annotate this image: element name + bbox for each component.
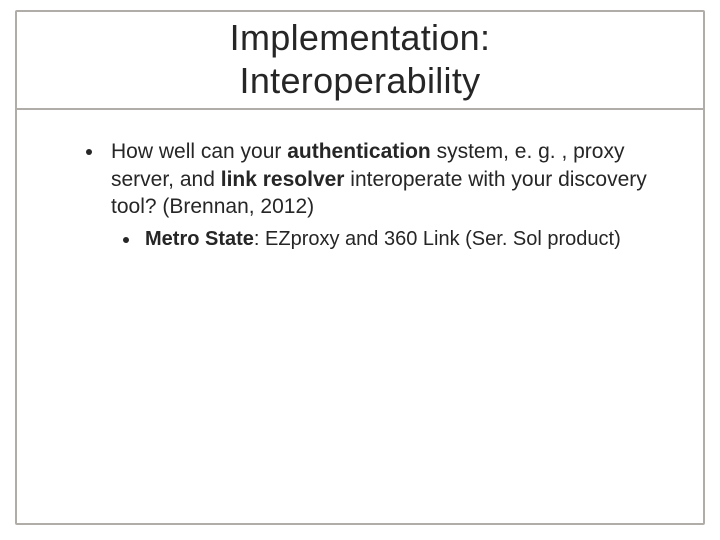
title-underline (17, 108, 703, 110)
bullet-text-prefix: How well can your (111, 140, 287, 163)
slide: Implementation: Interoperability How wel… (0, 0, 720, 540)
bullet-strong-1: authentication (287, 140, 431, 163)
slide-frame: Implementation: Interoperability How wel… (15, 10, 705, 525)
sub-bullet-rest: : EZproxy and 360 Link (Ser. Sol product… (254, 228, 621, 250)
title-line-1: Implementation: (230, 17, 491, 58)
slide-content: How well can your authentication system,… (17, 138, 703, 252)
bullet-strong-2: link resolver (221, 168, 345, 191)
slide-title: Implementation: Interoperability (17, 16, 703, 102)
sub-bullet-strong: Metro State (145, 228, 254, 250)
bullet-item: How well can your authentication system,… (105, 138, 653, 252)
title-line-2: Interoperability (240, 60, 481, 101)
sub-bullet-list: Metro State: EZproxy and 360 Link (Ser. … (111, 226, 653, 252)
sub-bullet-item: Metro State: EZproxy and 360 Link (Ser. … (141, 226, 653, 252)
bullet-list: How well can your authentication system,… (79, 138, 653, 252)
